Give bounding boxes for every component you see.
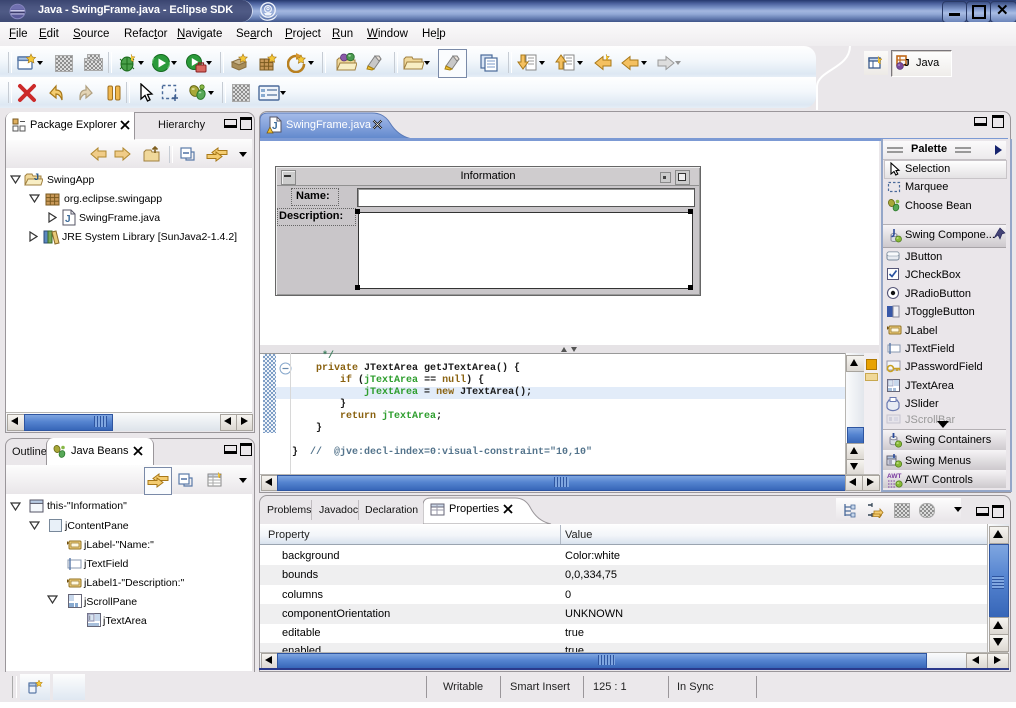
svg-text:J: J: [65, 214, 71, 225]
svg-text:J: J: [272, 121, 278, 132]
svg-text:J: J: [904, 58, 910, 69]
svg-text:J: J: [34, 172, 39, 182]
svg-text:AWT: AWT: [887, 473, 901, 480]
